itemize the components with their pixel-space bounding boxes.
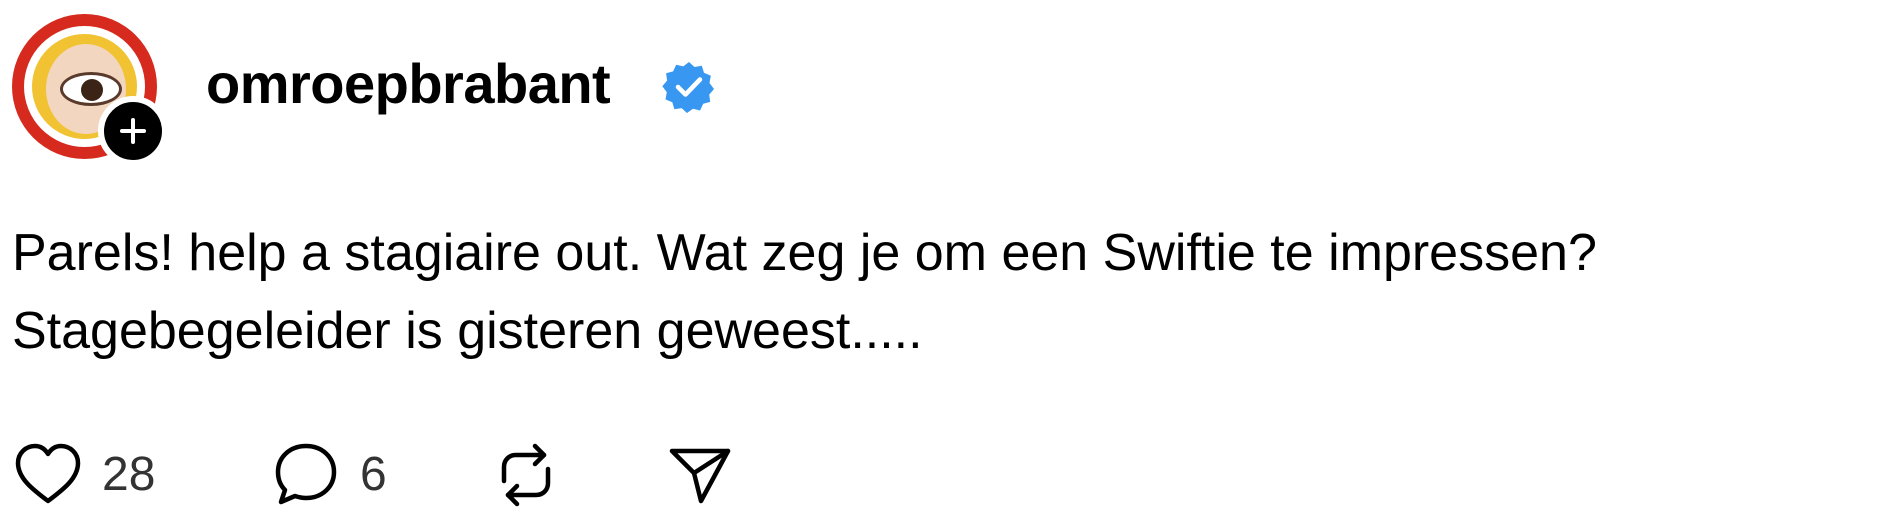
follow-button[interactable] — [98, 96, 168, 166]
reply-count: 6 — [360, 448, 387, 501]
post-text-line: Parels! help a stagiaire out. Wat zeg je… — [12, 224, 1597, 282]
post-text-line: Stagebegeleider is gisteren geweest..... — [12, 302, 923, 360]
reply-button[interactable]: 6 — [270, 440, 387, 510]
post-body: Parels! help a stagiaire out. Wat zeg je… — [12, 214, 1872, 370]
plus-icon — [120, 118, 146, 144]
avatar-iris — [81, 79, 103, 101]
like-button[interactable]: 28 — [12, 440, 155, 510]
repost-icon — [501, 443, 551, 507]
repost-button[interactable] — [490, 440, 562, 510]
heart-icon — [15, 443, 81, 504]
verified-badge-icon — [662, 62, 714, 113]
username[interactable]: omroepbrabant — [206, 52, 611, 116]
share-button[interactable] — [664, 440, 736, 510]
comment-icon — [275, 443, 337, 505]
avatar[interactable] — [12, 14, 168, 166]
like-count: 28 — [102, 448, 156, 501]
send-icon — [669, 448, 731, 504]
thread-post: omroepbrabant Parels! help a stagiaire o… — [0, 0, 1885, 524]
